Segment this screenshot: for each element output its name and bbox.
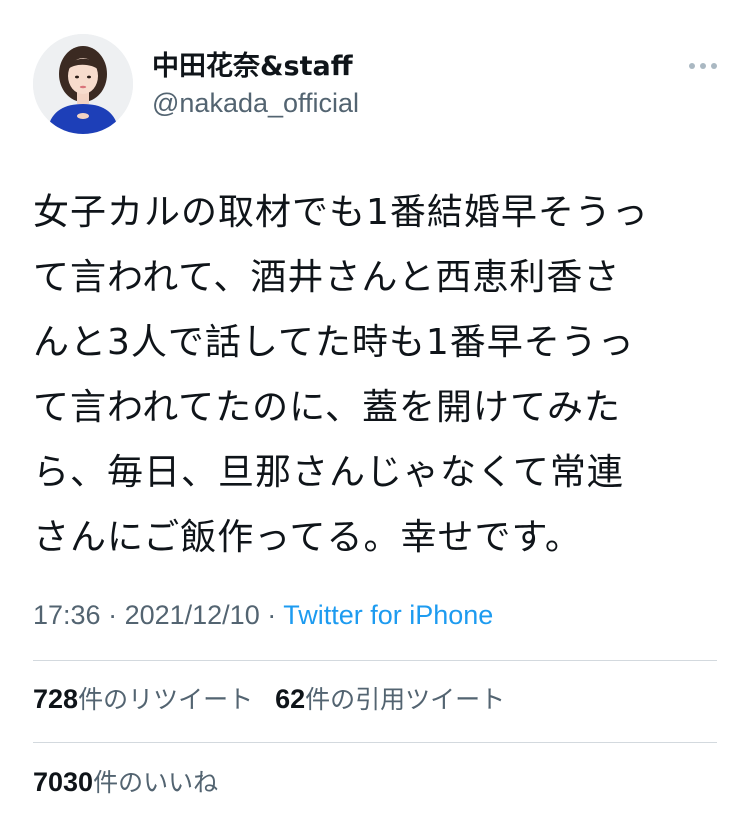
quote-label: 件の引用ツイート	[305, 685, 506, 714]
tweet-detail: 中田花奈&staff @nakada_official 女子カルの取材でも1番結…	[0, 0, 750, 820]
tweet-date[interactable]: 2021/12/10	[125, 600, 260, 630]
like-count: 7030	[33, 767, 94, 797]
likes-stats: 7030件のいいね	[33, 765, 240, 800]
divider	[33, 660, 717, 661]
likes-stat[interactable]: 7030件のいいね	[33, 765, 218, 800]
avatar[interactable]	[33, 34, 133, 134]
retweets-stat[interactable]: 728件のリツイート	[33, 682, 253, 717]
display-name[interactable]: 中田花奈&staff	[152, 50, 359, 84]
author-info[interactable]: 中田花奈&staff @nakada_official	[152, 50, 359, 120]
tweet-metadata: 17:36 · 2021/12/10 · Twitter for iPhone	[33, 597, 493, 633]
quote-count: 62	[275, 684, 306, 714]
like-label: 件のいいね	[93, 768, 219, 797]
tweet-time[interactable]: 17:36	[33, 600, 101, 630]
more-horizontal-icon	[689, 63, 717, 69]
divider	[33, 742, 717, 743]
tweet-text: 女子カルの取材でも1番結婚早そうっ て言われて、酒井さんと西恵利香さ んと3人で…	[33, 192, 649, 558]
meta-separator: ·	[100, 600, 125, 630]
engagement-stats: 728件のリツイート 62件の引用ツイート	[33, 682, 527, 717]
retweet-label: 件のリツイート	[78, 685, 254, 714]
meta-separator: ·	[259, 600, 284, 630]
quotes-stat[interactable]: 62件の引用ツイート	[275, 682, 505, 717]
user-handle[interactable]: @nakada_official	[152, 86, 359, 120]
profile-photo-icon	[33, 34, 133, 134]
tweet-source-link[interactable]: Twitter for iPhone	[283, 600, 493, 630]
retweet-count: 728	[33, 684, 79, 714]
more-button[interactable]	[686, 54, 720, 78]
